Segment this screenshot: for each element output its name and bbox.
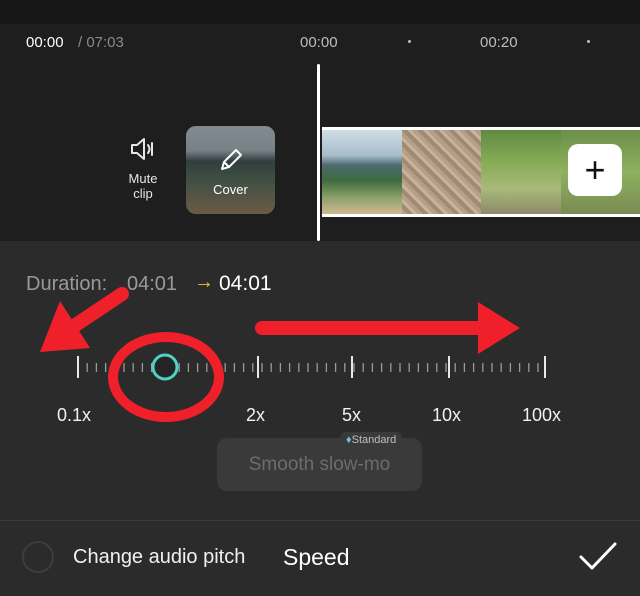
badge-text: Standard xyxy=(351,434,397,446)
add-clip-button[interactable]: + xyxy=(568,144,622,196)
total-time: / 07:03 xyxy=(78,34,124,51)
panel-title: Speed xyxy=(283,544,350,570)
cover-label: Cover xyxy=(213,182,248,197)
mute-label: clip xyxy=(133,186,153,201)
playhead[interactable] xyxy=(317,64,320,241)
annotation-circle xyxy=(108,332,224,422)
speed-scale-label: 10x xyxy=(432,405,462,425)
speed-scale-label: 5x xyxy=(342,405,362,425)
arrow-right-icon: → xyxy=(194,271,214,293)
duration-original: 04:01 xyxy=(127,273,178,295)
clip-thumbnail xyxy=(322,130,402,214)
mute-clip-button[interactable]: Mute clip xyxy=(114,136,172,201)
standard-badge: ♦Standard xyxy=(340,432,403,448)
duration-new: 04:01 xyxy=(219,272,272,295)
speed-scale-label: 2x xyxy=(246,405,266,425)
speed-slider-knob[interactable] xyxy=(151,353,179,381)
pencil-icon xyxy=(217,146,245,179)
duration-label: Duration: xyxy=(26,273,108,295)
annotation-arrow-right xyxy=(255,302,520,354)
speed-slider-track[interactable] xyxy=(77,356,546,378)
clip-thumbnail xyxy=(401,130,481,214)
change-audio-pitch-toggle[interactable] xyxy=(22,541,54,573)
current-time: 00:00 xyxy=(26,34,64,51)
ruler-mark: 00:20 xyxy=(480,34,518,51)
annotation-arrow-left xyxy=(40,287,129,352)
speaker-icon xyxy=(128,138,158,166)
plus-icon: + xyxy=(584,149,606,190)
speed-scale-label: 100x xyxy=(522,405,562,425)
clip-thumbnail xyxy=(481,130,561,214)
speed-scale-label: 0.1x xyxy=(57,405,92,425)
footer-divider xyxy=(0,520,640,521)
mute-label: Mute xyxy=(128,171,158,186)
change-audio-pitch-label: Change audio pitch xyxy=(73,546,246,568)
ruler-dot xyxy=(587,40,590,43)
status-bar xyxy=(0,0,640,24)
ruler-mark: 00:00 xyxy=(300,34,338,51)
ruler-dot xyxy=(408,40,411,43)
checkmark-icon[interactable] xyxy=(578,540,618,579)
cover-button[interactable]: Cover xyxy=(186,126,275,214)
